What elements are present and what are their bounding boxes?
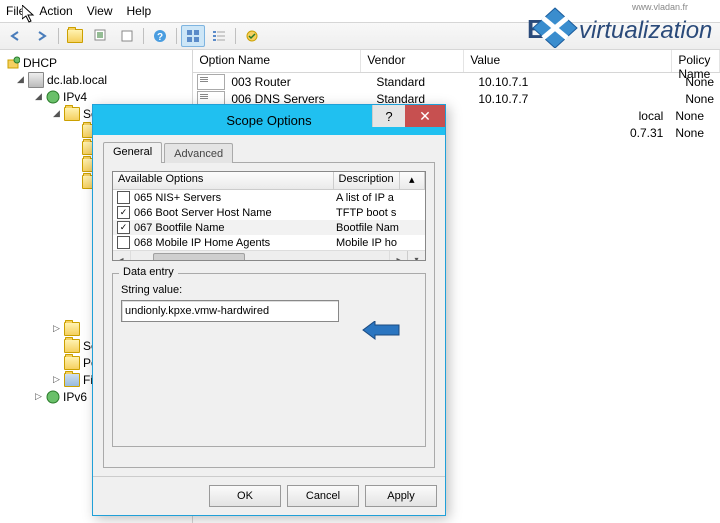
tree-root[interactable]: DHCP xyxy=(4,54,192,71)
ok-button[interactable]: OK xyxy=(209,485,281,507)
col-vendor[interactable]: Vendor xyxy=(361,50,464,72)
option-row[interactable]: ✓066 Boot Server Host NameTFTP boot s xyxy=(113,205,425,220)
checkbox[interactable] xyxy=(117,236,130,249)
option-row[interactable]: ✓067 Bootfile NameBootfile Nam xyxy=(113,220,425,235)
svg-text:?: ? xyxy=(157,32,163,43)
tab-general[interactable]: General xyxy=(103,142,162,163)
h-scrollbar[interactable]: ◂▸▾ xyxy=(113,250,425,261)
menu-view[interactable]: View xyxy=(87,4,113,18)
col-name[interactable]: Option Name xyxy=(193,50,361,72)
menu-file[interactable]: File xyxy=(6,4,25,18)
list-header: Option Name Vendor Value Policy Name xyxy=(193,50,720,73)
svg-text:virtualization: virtualization xyxy=(579,17,712,44)
watermark: www.vladan.fr ES virtualization xyxy=(495,0,720,51)
option-row[interactable]: 068 Mobile IP Home AgentsMobile IP ho xyxy=(113,235,425,250)
dialog-titlebar[interactable]: Scope Options ? ✕ xyxy=(93,105,445,135)
string-value-input[interactable] xyxy=(121,300,339,322)
view-large-icon[interactable] xyxy=(181,25,205,47)
options-icon[interactable] xyxy=(89,25,113,47)
dialog-title: Scope Options xyxy=(226,113,311,128)
checkbox[interactable]: ✓ xyxy=(117,206,130,219)
tree-server[interactable]: ◢dc.lab.local xyxy=(4,71,192,88)
data-entry-group: Data entry String value: xyxy=(112,273,426,447)
options-listbox[interactable]: Available Options Description ▴ 065 NIS+… xyxy=(112,171,426,261)
option-row[interactable]: 065 NIS+ ServersA list of IP a xyxy=(113,190,425,205)
col-policy[interactable]: Policy Name xyxy=(672,50,720,72)
scroll-down-icon: ▾ xyxy=(407,251,425,261)
opt-col-desc[interactable]: Description xyxy=(334,172,400,189)
view-detail-icon[interactable] xyxy=(207,25,231,47)
tree-ipv4[interactable]: ◢IPv4 xyxy=(4,88,192,105)
tab-advanced[interactable]: Advanced xyxy=(164,143,233,163)
checkbox[interactable]: ✓ xyxy=(117,221,130,234)
dialog-help-button[interactable]: ? xyxy=(372,105,405,127)
action-icon[interactable] xyxy=(240,25,264,47)
menu-help[interactable]: Help xyxy=(127,4,152,18)
checkbox[interactable] xyxy=(117,191,130,204)
apply-button[interactable]: Apply xyxy=(365,485,437,507)
scroll-up-icon[interactable]: ▴ xyxy=(400,172,425,189)
col-value[interactable]: Value xyxy=(464,50,672,72)
menu-action[interactable]: Action xyxy=(39,4,72,18)
cancel-button[interactable]: Cancel xyxy=(287,485,359,507)
list-row[interactable]: 003 RouterStandard10.10.7.1None xyxy=(193,73,720,90)
help-icon[interactable]: ? xyxy=(148,25,172,47)
nav-back-icon[interactable] xyxy=(4,25,28,47)
string-value-label: String value: xyxy=(121,284,417,296)
export-icon[interactable] xyxy=(115,25,139,47)
nav-fwd-icon[interactable] xyxy=(30,25,54,47)
dialog-close-button[interactable]: ✕ xyxy=(405,105,445,127)
tab-pane: Available Options Description ▴ 065 NIS+… xyxy=(103,162,435,468)
folder-up-icon[interactable] xyxy=(63,25,87,47)
opt-col-available[interactable]: Available Options xyxy=(113,172,334,189)
scope-options-dialog: Scope Options ? ✕ General Advanced Avail… xyxy=(92,104,446,516)
option-icon xyxy=(197,74,225,90)
svg-text:www.vladan.fr: www.vladan.fr xyxy=(631,2,688,12)
